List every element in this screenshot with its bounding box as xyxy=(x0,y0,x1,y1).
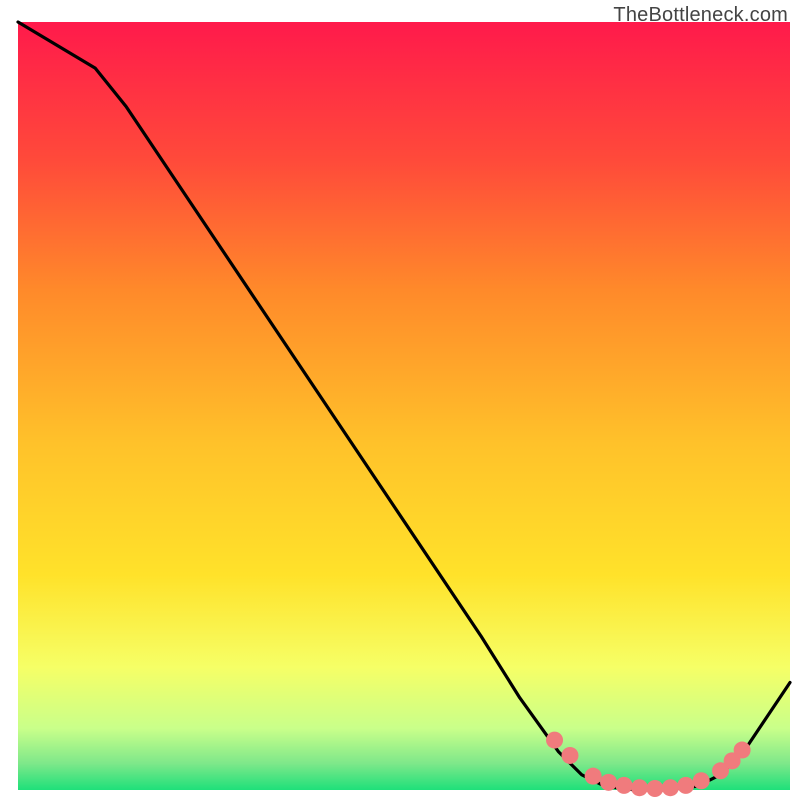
data-dot xyxy=(600,774,617,791)
data-dot xyxy=(585,768,602,785)
bottleneck-chart xyxy=(0,0,800,800)
data-dot xyxy=(546,732,563,749)
watermark-text: TheBottleneck.com xyxy=(613,4,788,27)
data-dot xyxy=(693,772,710,789)
chart-container: TheBottleneck.com xyxy=(0,0,800,800)
data-dot xyxy=(646,780,663,797)
data-dot xyxy=(616,777,633,794)
data-dot xyxy=(631,779,648,796)
gradient-background xyxy=(18,22,790,790)
data-dot xyxy=(734,742,751,759)
data-dot xyxy=(677,777,694,794)
data-dot xyxy=(662,779,679,796)
data-dot xyxy=(561,747,578,764)
